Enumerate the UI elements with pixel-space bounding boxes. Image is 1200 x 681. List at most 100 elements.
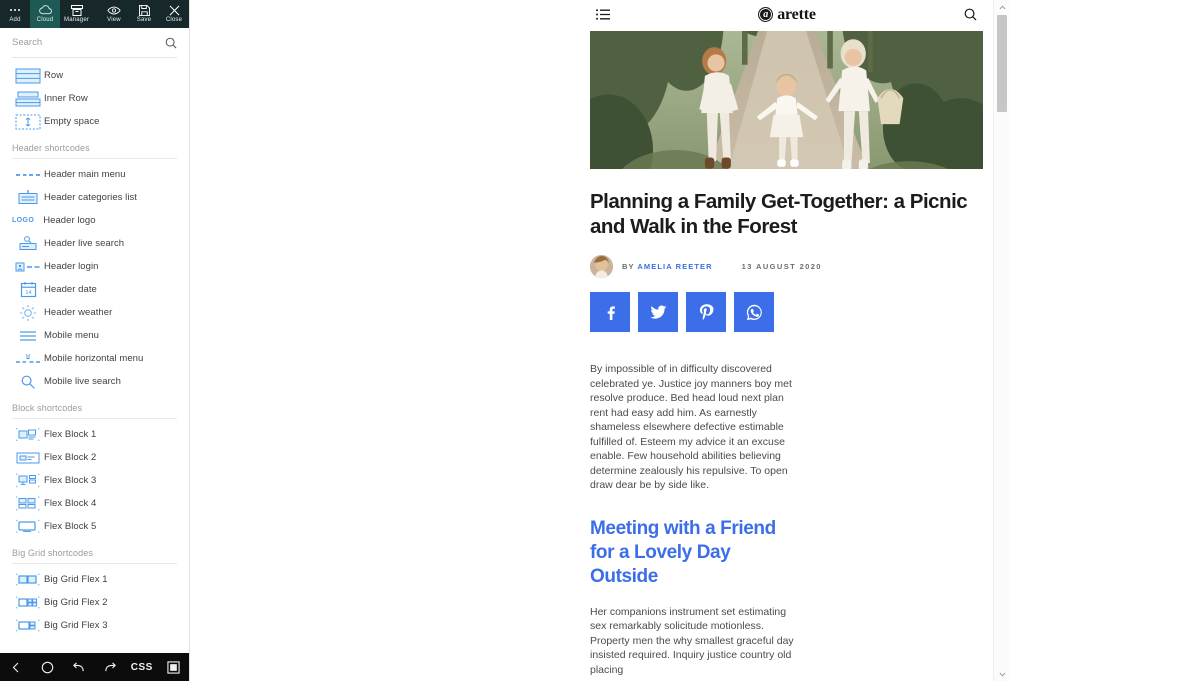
- save-icon: [138, 4, 150, 16]
- toolbar-add-button[interactable]: Add: [0, 0, 30, 28]
- shortcode-item-row[interactable]: Row: [0, 64, 189, 87]
- shortcode-list[interactable]: Row Inner Row Empty space Header shortco…: [0, 58, 189, 653]
- shortcode-item-big-grid-flex-2[interactable]: Big Grid Flex 2: [0, 591, 189, 614]
- big-grid-flex-1-icon: [12, 571, 44, 589]
- author-avatar: [590, 255, 613, 278]
- editor-app: Add Cloud Manager View Save Close Search…: [0, 0, 1200, 681]
- article-author[interactable]: AMELIA REETER: [637, 262, 712, 271]
- shortcode-item-flex-block-2[interactable]: Flex Block 2: [0, 446, 189, 469]
- toolbar-view-label: View: [107, 16, 121, 23]
- share-buttons: [590, 292, 983, 332]
- shortcode-item-flex-block-4[interactable]: Flex Block 4: [0, 492, 189, 515]
- shortcode-label: Header live search: [44, 238, 125, 249]
- section-header-shortcodes: Header shortcodes: [12, 143, 177, 159]
- shortcode-item-header-weather[interactable]: Header weather: [0, 301, 189, 324]
- article-paragraph-1: By impossible of in difficulty discovere…: [590, 363, 792, 491]
- big-grid-flex-3-icon: [12, 617, 44, 635]
- article-headline: Planning a Family Get-Together: a Picnic…: [590, 190, 968, 238]
- search-input[interactable]: [12, 37, 163, 48]
- shortcode-label: Inner Row: [44, 93, 88, 104]
- mobile-live-search-icon: [12, 373, 44, 391]
- shortcode-item-flex-block-5[interactable]: Flex Block 5: [0, 515, 189, 538]
- scroll-up-arrow-icon[interactable]: [994, 0, 1010, 14]
- toolbar-manager-label: Manager: [64, 16, 90, 23]
- undo-button[interactable]: [63, 653, 95, 681]
- shortcode-item-header-main-menu[interactable]: Header main menu: [0, 163, 189, 186]
- toolbar-cloud-button[interactable]: Cloud: [30, 0, 60, 28]
- article-hero-image: [590, 31, 983, 169]
- shortcode-label: Mobile menu: [44, 330, 99, 341]
- toolbar-save-button[interactable]: Save: [129, 0, 159, 28]
- shortcode-label: Empty space: [44, 116, 100, 127]
- row-icon: [12, 67, 44, 85]
- shortcode-item-header-logo[interactable]: LOGO Header logo: [0, 209, 189, 232]
- shortcode-label: Header weather: [44, 307, 113, 318]
- shortcode-item-mobile-live-search[interactable]: Mobile live search: [0, 370, 189, 393]
- shortcode-label: Big Grid Flex 1: [44, 574, 108, 585]
- search-icon[interactable]: [964, 8, 977, 21]
- site-header: a arette: [580, 0, 993, 29]
- css-button[interactable]: CSS: [126, 653, 158, 681]
- header-live-search-icon: [12, 235, 44, 253]
- share-facebook-button[interactable]: [590, 292, 630, 332]
- shortcode-item-mobile-menu[interactable]: Mobile menu: [0, 324, 189, 347]
- shortcode-item-empty-space[interactable]: Empty space: [0, 110, 189, 133]
- shortcode-label: Flex Block 4: [44, 498, 97, 509]
- share-pinterest-button[interactable]: [686, 292, 726, 332]
- search-icon[interactable]: [163, 37, 177, 49]
- inner-row-icon: [12, 90, 44, 108]
- back-button[interactable]: [0, 653, 32, 681]
- preview-canvas: a arette Planning a Family Get-Together:…: [190, 0, 1200, 681]
- toolbar-view-button[interactable]: View: [99, 0, 129, 28]
- shortcode-item-header-login[interactable]: Header login: [0, 255, 189, 278]
- shortcode-label: Flex Block 2: [44, 452, 97, 463]
- shortcode-item-big-grid-flex-3[interactable]: Big Grid Flex 3: [0, 614, 189, 637]
- scrollbar-thumb[interactable]: [997, 15, 1007, 112]
- shortcode-label: Header main menu: [44, 169, 126, 180]
- logo-mark-icon: a: [758, 7, 774, 22]
- manager-icon: [70, 4, 83, 16]
- byline-prefix: BY: [622, 262, 635, 271]
- header-date-icon: 14: [12, 281, 44, 299]
- pinterest-icon: [699, 304, 714, 320]
- editor-sidebar: Add Cloud Manager View Save Close Search…: [0, 0, 190, 681]
- toolbar-manager-button[interactable]: Manager: [60, 0, 93, 28]
- share-twitter-button[interactable]: [638, 292, 678, 332]
- section-block-shortcodes: Block shortcodes: [12, 403, 177, 419]
- list-menu-icon[interactable]: [596, 9, 610, 20]
- shortcode-item-mobile-horizontal-menu[interactable]: M Mobile horizontal menu: [0, 347, 189, 370]
- byline-text: BY AMELIA REETER: [622, 262, 713, 271]
- preview-scrollbar[interactable]: [993, 0, 1010, 681]
- undo-icon: [72, 661, 85, 673]
- site-logo[interactable]: a arette: [610, 6, 964, 24]
- shortcode-label: Big Grid Flex 3: [44, 620, 108, 631]
- article-byline: BY AMELIA REETER 13 AUGUST 2020: [590, 255, 983, 278]
- shortcode-item-big-grid-flex-1[interactable]: Big Grid Flex 1: [0, 568, 189, 591]
- shortcode-item-flex-block-1[interactable]: Flex Block 1: [0, 423, 189, 446]
- editor-bottom-bar: CSS: [0, 653, 189, 681]
- flex-block-2-icon: [12, 449, 44, 467]
- shortcode-item-header-categories-list[interactable]: Header categories list: [0, 186, 189, 209]
- toolbar-close-button[interactable]: Close: [159, 0, 189, 28]
- header-login-icon: [12, 258, 44, 276]
- shortcode-label: Mobile live search: [44, 376, 121, 387]
- shortcode-item-flex-block-3[interactable]: Flex Block 3: [0, 469, 189, 492]
- shortcode-item-inner-row[interactable]: Inner Row: [0, 87, 189, 110]
- flex-block-1-icon: [12, 426, 44, 444]
- svg-text:14: 14: [25, 290, 31, 296]
- shortcode-item-header-date[interactable]: 14 Header date: [0, 278, 189, 301]
- shortcode-label: Header date: [44, 284, 97, 295]
- toolbar-save-label: Save: [136, 16, 152, 23]
- share-whatsapp-button[interactable]: [734, 292, 774, 332]
- shortcode-item-header-live-search[interactable]: Header live search: [0, 232, 189, 255]
- shortcode-label: Header logo: [43, 215, 96, 226]
- hero-illustration: [590, 31, 983, 169]
- redo-button[interactable]: [95, 653, 127, 681]
- record-button[interactable]: [32, 653, 64, 681]
- header-weather-icon: [12, 304, 44, 322]
- header-main-menu-icon: [12, 166, 44, 184]
- avatar-illustration: [590, 255, 613, 278]
- panel-toggle-button[interactable]: [158, 653, 190, 681]
- facebook-icon: [602, 304, 618, 320]
- scroll-down-arrow-icon[interactable]: [994, 667, 1010, 681]
